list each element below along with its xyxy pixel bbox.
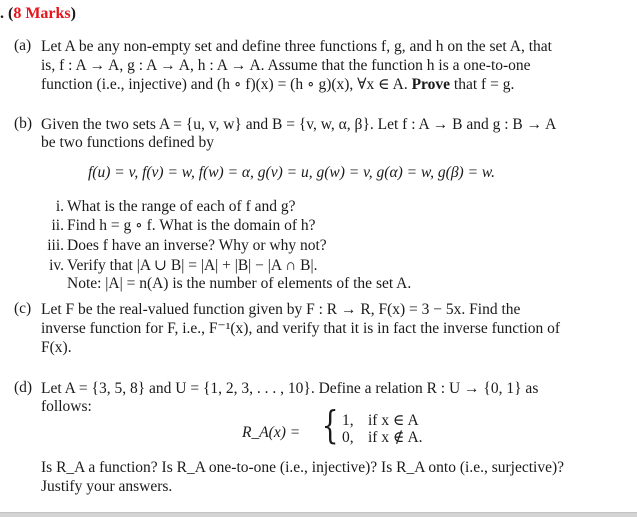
- part-d-label: (d): [14, 379, 33, 396]
- part-d-line-1: Let A = {3, 5, 8} and U = {1, 2, 3, . . …: [41, 380, 539, 397]
- question-heading: . (8 Marks): [0, 5, 76, 23]
- subpart-iii-text: Does f have an inverse? Why or why not?: [67, 237, 327, 254]
- piecewise-brace: {: [321, 403, 339, 447]
- prove-word: Prove: [411, 76, 451, 93]
- part-b-formula: f(u) = v, f(v) = w, f(w) = α, g(v) = u, …: [88, 164, 495, 181]
- part-d-line-2: follows:: [41, 398, 92, 415]
- part-d-question-1: Is R_A a function? Is R_A one-to-one (i.…: [41, 459, 564, 476]
- part-c-label: (c): [14, 300, 32, 317]
- part-a-line-3: function (i.e., injective) and (h ∘ f)(x…: [41, 75, 514, 94]
- part-a-line-3-text: function (i.e., injective) and (h ∘ f)(x…: [41, 76, 408, 93]
- subpart-iv-text: Verify that |A ∪ B| = |A| + |B| − |A ∩ B…: [67, 257, 318, 274]
- case-2-condition: if x ∉ A.: [368, 429, 423, 446]
- part-d-question-2: Justify your answers.: [41, 478, 173, 495]
- part-b-line-1: Given the two sets A = {u, v, w} and B =…: [41, 116, 557, 133]
- part-b-label: (b): [14, 115, 33, 132]
- subpart-iii-label: iii.: [47, 237, 64, 254]
- subpart-ii-label: ii.: [51, 217, 65, 234]
- marks-label: 8 Marks: [13, 5, 71, 22]
- piecewise-lhs: R_A(x) =: [242, 424, 301, 441]
- subpart-i-label: i.: [55, 198, 64, 215]
- part-a-label: (a): [14, 37, 32, 54]
- part-c-line-3: F(x).: [41, 339, 72, 356]
- part-b-line-2: be two functions defined by: [41, 134, 215, 151]
- marks-close: ): [70, 5, 76, 22]
- subpart-iv-label: iv.: [49, 257, 64, 274]
- part-a-line-2: is, f : A → A, g : A → A, h : A → A. Ass…: [41, 57, 531, 74]
- case-2-value: 0,: [342, 429, 354, 446]
- subpart-i-text: What is the range of each of f and g?: [67, 198, 296, 215]
- part-c-line-1: Let F be the real-valued function given …: [41, 301, 521, 318]
- part-a-line-1: Let A be any non-empty set and define th…: [41, 38, 552, 55]
- bottom-scroll-edge: [0, 512, 637, 517]
- question-number-fragment: .: [0, 5, 4, 22]
- part-c-line-2: inverse function for F, i.e., F⁻¹(x), an…: [41, 320, 561, 337]
- subpart-iv-note: Note: |A| = n(A) is the number of elemen…: [67, 275, 412, 292]
- prove-tail: that f = g.: [453, 76, 515, 93]
- subpart-ii-text: Find h = g ∘ f. What is the domain of h?: [67, 217, 316, 234]
